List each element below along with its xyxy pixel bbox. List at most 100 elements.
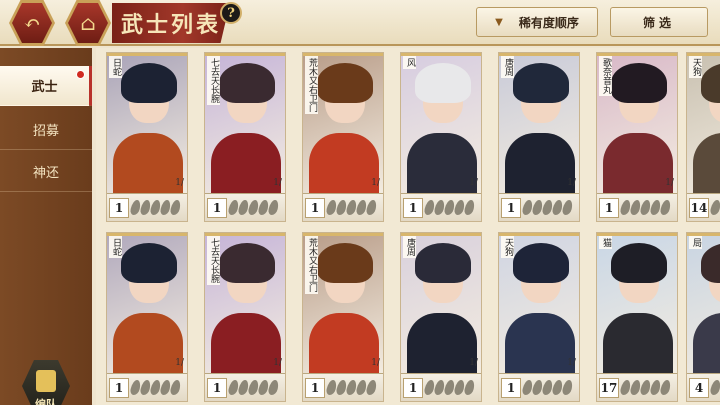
- skill-slots: [521, 380, 574, 396]
- samurai-card[interactable]: 日蛇 1/ 1: [106, 52, 188, 222]
- level-badge: 1: [109, 378, 129, 398]
- card-footer: 1: [107, 193, 187, 221]
- samurai-card[interactable]: 七去天长腕 1/ 1: [204, 232, 286, 402]
- samurai-card[interactable]: 唐周 1/ 1: [400, 232, 482, 402]
- portrait-body: [505, 313, 575, 377]
- home-icon: ⌂: [80, 11, 96, 35]
- samurai-portrait: 天狗: [499, 233, 579, 377]
- count-ratio: 1/: [665, 178, 674, 188]
- card-footer: 1: [303, 193, 383, 221]
- portrait-body: [603, 313, 673, 377]
- skill-slots: [521, 200, 574, 216]
- portrait-body: [113, 313, 183, 377]
- level-badge: 1: [305, 378, 325, 398]
- portrait-hair: [121, 63, 177, 103]
- portrait-body: [211, 133, 281, 197]
- skill-leaf-icon: [463, 200, 476, 215]
- tab-samurai[interactable]: 武士: [0, 66, 92, 106]
- tab-recruit[interactable]: 招募: [0, 110, 92, 150]
- samurai-card[interactable]: 局 4: [686, 232, 720, 402]
- portrait-hair: [701, 243, 720, 283]
- samurai-card[interactable]: 天狗 14: [686, 52, 720, 222]
- samurai-portrait: 荒木又右卫门: [303, 53, 383, 197]
- skill-slots: [129, 200, 182, 216]
- samurai-portrait: 局: [687, 233, 720, 377]
- samurai-card[interactable]: 荒木又右卫门 1/ 1: [302, 232, 384, 402]
- samurai-portrait: 唐周: [499, 53, 579, 197]
- level-badge: 1: [109, 198, 129, 218]
- portrait-body: [407, 133, 477, 197]
- samurai-card[interactable]: 天狗 1/ 1: [498, 232, 580, 402]
- level-badge: 17: [599, 378, 619, 398]
- skill-slots: [129, 380, 182, 396]
- portrait-hair: [701, 63, 720, 103]
- back-arrow-icon: ↶: [23, 11, 41, 35]
- level-badge: 1: [207, 198, 227, 218]
- help-button[interactable]: ?: [220, 2, 242, 24]
- sidebar: 武士 招募 神还 编队: [0, 48, 92, 405]
- samurai-card[interactable]: 歌奈音丸 1/ 1: [596, 52, 678, 222]
- level-badge: 1: [501, 378, 521, 398]
- skill-leaf-icon: [169, 380, 182, 395]
- samurai-portrait: 日蛇: [107, 53, 187, 197]
- tab-return[interactable]: 神还: [0, 152, 92, 192]
- page-title: 武士列表: [112, 3, 230, 43]
- filter-button[interactable]: 筛选: [610, 7, 708, 37]
- portrait-hair: [121, 243, 177, 283]
- samurai-name: 唐周: [501, 56, 514, 78]
- skill-slots: [325, 200, 378, 216]
- level-badge: 1: [403, 378, 423, 398]
- portrait-body: [505, 133, 575, 197]
- portrait-hair: [415, 63, 471, 103]
- samurai-name: 唐周: [403, 236, 416, 258]
- skill-slots: [423, 200, 476, 216]
- skill-leaf-icon: [365, 380, 378, 395]
- portrait-body: [603, 133, 673, 197]
- portrait-hair: [611, 63, 667, 103]
- samurai-card[interactable]: 风 1/ 1: [400, 52, 482, 222]
- samurai-portrait: 七去天长腕: [205, 233, 285, 377]
- skill-leaf-icon: [659, 380, 672, 395]
- samurai-card[interactable]: 七去天长腕 1/ 1: [204, 52, 286, 222]
- portrait-hair: [513, 63, 569, 103]
- portrait-hair: [513, 243, 569, 283]
- count-ratio: 1/: [567, 358, 576, 368]
- samurai-name: 风: [403, 56, 416, 69]
- samurai-portrait: 唐周: [401, 233, 481, 377]
- samurai-card[interactable]: 唐周 1/ 1: [498, 52, 580, 222]
- samurai-name: 歌奈音丸: [599, 56, 612, 96]
- samurai-name: 日蛇: [109, 236, 122, 258]
- portrait-body: [693, 313, 720, 377]
- portrait-body: [211, 313, 281, 377]
- skill-slots: [227, 380, 280, 396]
- samurai-card[interactable]: 荒木又右卫门 1/ 1: [302, 52, 384, 222]
- card-footer: 1: [597, 193, 677, 221]
- portrait-body: [309, 313, 379, 377]
- portrait-hair: [611, 243, 667, 283]
- level-badge: 1: [403, 198, 423, 218]
- samurai-card[interactable]: 猫 17: [596, 232, 678, 402]
- samurai-name: 天狗: [501, 236, 514, 258]
- skill-slots: [423, 380, 476, 396]
- portrait-hair: [415, 243, 471, 283]
- samurai-name: 荒木又右卫门: [305, 236, 318, 294]
- samurai-name: 七去天长腕: [207, 236, 220, 285]
- count-ratio: 1/: [273, 358, 282, 368]
- tab-samurai-label: 武士: [31, 80, 58, 95]
- portrait-body: [113, 133, 183, 197]
- portrait-hair: [219, 243, 275, 283]
- card-footer: 1: [303, 373, 383, 401]
- count-ratio: 1/: [469, 358, 478, 368]
- portrait-hair: [317, 243, 373, 283]
- card-footer: 1: [401, 193, 481, 221]
- sort-button[interactable]: ▼ 稀有度顺序: [476, 7, 598, 37]
- samurai-card[interactable]: 日蛇 1/ 1: [106, 232, 188, 402]
- card-footer: 1: [205, 373, 285, 401]
- level-badge: 14: [689, 198, 709, 218]
- portrait-hair: [219, 63, 275, 103]
- skill-slots: [227, 200, 280, 216]
- samurai-name: 七去天长腕: [207, 56, 220, 105]
- portrait-hair: [317, 63, 373, 103]
- samurai-portrait: 风: [401, 53, 481, 197]
- samurai-name: 日蛇: [109, 56, 122, 78]
